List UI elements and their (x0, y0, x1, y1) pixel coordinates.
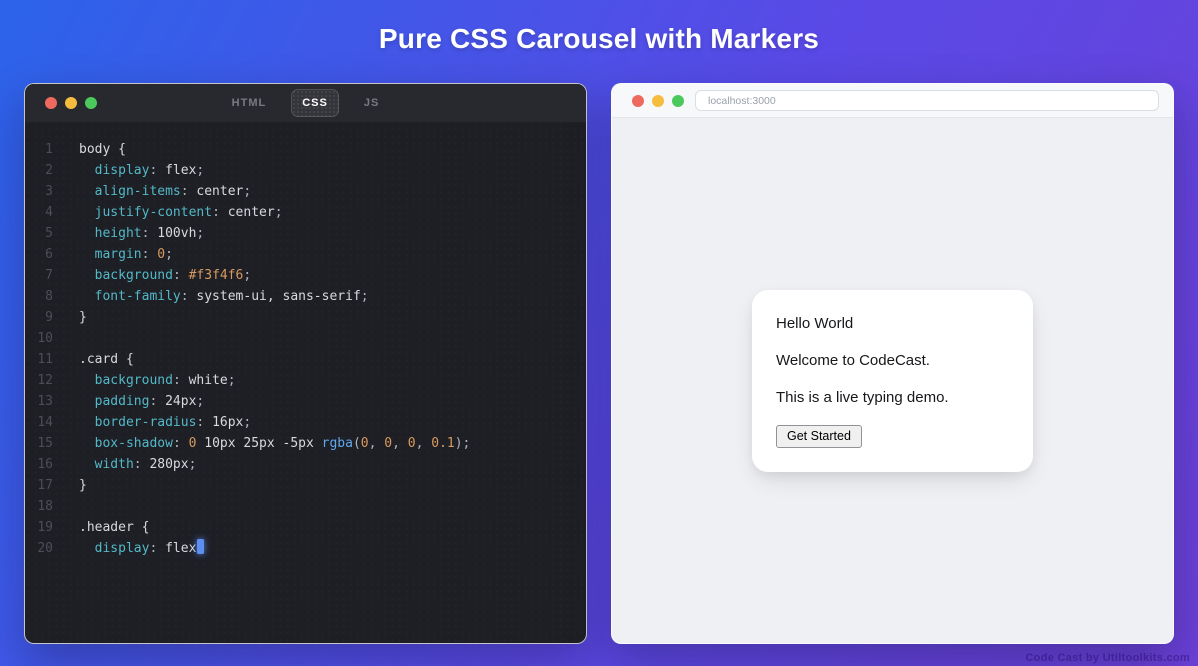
code-line[interactable]: 4 justify-content: center; (25, 202, 586, 223)
get-started-button[interactable]: Get Started (776, 425, 862, 448)
line-number: 18 (25, 496, 53, 517)
zoom-button[interactable] (672, 95, 684, 107)
code-line[interactable]: 11 .card { (25, 349, 586, 370)
code-line[interactable]: 12 background: white; (25, 370, 586, 391)
code-text: width: 280px; (79, 454, 196, 475)
minimize-button[interactable] (652, 95, 664, 107)
code-line[interactable]: 9} (25, 307, 586, 328)
line-number: 19 (25, 517, 53, 538)
code-line[interactable]: 7 background: #f3f4f6; (25, 265, 586, 286)
code-text: display: flex; (79, 160, 204, 181)
code-text: border-radius: 16px; (79, 412, 251, 433)
code-line[interactable]: 6 margin: 0; (25, 244, 586, 265)
editor-traffic-lights (45, 84, 97, 122)
code-line[interactable]: 15 box-shadow: 0 10px 25px -5px rgba(0, … (25, 433, 586, 454)
line-number: 14 (25, 412, 53, 433)
windows-row: HTMLCSSJS 1body {2 display: flex;3 align… (0, 55, 1198, 644)
code-text: .card { (79, 349, 134, 370)
line-number: 6 (25, 244, 53, 265)
tab-css[interactable]: CSS (291, 89, 339, 117)
line-number: 8 (25, 286, 53, 307)
code-editor-window: HTMLCSSJS 1body {2 display: flex;3 align… (24, 83, 587, 644)
code-text: } (79, 307, 87, 328)
code-text: display: flex (79, 538, 204, 559)
code-text: background: white; (79, 370, 236, 391)
line-number: 2 (25, 160, 53, 181)
code-line[interactable]: 2 display: flex; (25, 160, 586, 181)
browser-content: Hello World Welcome to CodeCast. This is a… (612, 118, 1173, 643)
code-line[interactable]: 1 body { (25, 139, 586, 160)
line-number: 3 (25, 181, 53, 202)
code-line[interactable]: 20 display: flex (25, 538, 586, 559)
browser-header (612, 84, 1173, 118)
preview-card-text: Hello World Welcome to CodeCast. This is a… (776, 314, 1009, 408)
line-number: 9 (25, 307, 53, 328)
line-number: 15 (25, 433, 53, 454)
line-number: 17 (25, 475, 53, 496)
code-line[interactable]: 3 align-items: center; (25, 181, 586, 202)
line-number: 12 (25, 370, 53, 391)
code-text: height: 100vh; (79, 223, 204, 244)
code-text: margin: 0; (79, 244, 173, 265)
code-text: body { (79, 139, 126, 160)
line-number: 13 (25, 391, 53, 412)
text-cursor-icon (197, 539, 204, 554)
zoom-button[interactable] (85, 97, 97, 109)
code-text: padding: 24px; (79, 391, 204, 412)
url-input[interactable] (695, 90, 1159, 111)
browser-window: Hello World Welcome to CodeCast. This is a… (611, 83, 1174, 644)
line-number: 16 (25, 454, 53, 475)
code-area[interactable]: 1body {2 display: flex;3 align-items: ce… (25, 122, 586, 643)
code-line[interactable]: 13 padding: 24px; (25, 391, 586, 412)
code-line[interactable]: 14 border-radius: 16px; (25, 412, 586, 433)
line-number: 20 (25, 538, 53, 559)
code-line[interactable]: 17} (25, 475, 586, 496)
code-text: box-shadow: 0 10px 25px -5px rgba(0, 0, … (79, 433, 470, 454)
code-line[interactable]: 10 (25, 328, 586, 349)
page-title: Pure CSS Carousel with Markers (0, 0, 1198, 55)
browser-traffic-lights (632, 84, 684, 117)
card-paragraph: This is a live typing demo. (776, 388, 1009, 408)
card-paragraph: Hello World (776, 314, 1009, 334)
card-paragraph: Welcome to CodeCast. (776, 351, 1009, 371)
code-text: justify-content: center; (79, 202, 283, 223)
editor-header: HTML CSS JS (25, 84, 586, 122)
editor-tabs: HTML CSS JS (221, 89, 391, 117)
tab-html[interactable]: HTML (221, 89, 278, 117)
line-number: 10 (25, 328, 53, 349)
close-button[interactable] (45, 97, 57, 109)
code-line[interactable]: 8 font-family: system-ui, sans-serif; (25, 286, 586, 307)
code-text: align-items: center; (79, 181, 251, 202)
line-number: 1 (25, 139, 53, 160)
preview-card: Hello World Welcome to CodeCast. This is a… (752, 290, 1033, 472)
code-line[interactable]: 5 height: 100vh; (25, 223, 586, 244)
code-line[interactable]: 19 .header { (25, 517, 586, 538)
close-button[interactable] (632, 95, 644, 107)
minimize-button[interactable] (65, 97, 77, 109)
line-number: 5 (25, 223, 53, 244)
code-text: .header { (79, 517, 149, 538)
code-text: } (79, 475, 87, 496)
code-text: background: #f3f4f6; (79, 265, 251, 286)
code-line[interactable]: 18 (25, 496, 586, 517)
attribution-text: Code Cast by Utiltoolkits.com (1025, 652, 1190, 664)
line-number: 7 (25, 265, 53, 286)
code-text: font-family: system-ui, sans-serif; (79, 286, 369, 307)
code-line[interactable]: 16 width: 280px; (25, 454, 586, 475)
line-number: 4 (25, 202, 53, 223)
line-number: 11 (25, 349, 53, 370)
tab-js[interactable]: JS (353, 89, 390, 117)
